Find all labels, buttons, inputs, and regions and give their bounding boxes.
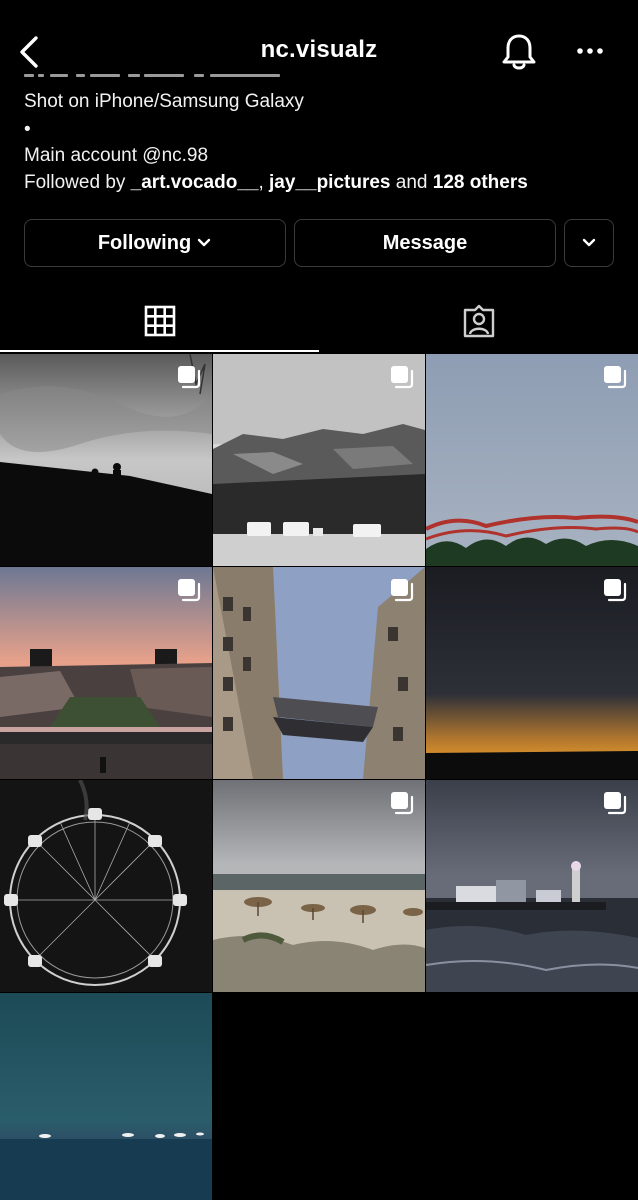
carousel-icon [178,579,201,602]
bio-line-main-account: Main account @nc.98 [24,145,209,166]
post-tile[interactable] [0,354,212,566]
post-image-ferris-wheel [0,780,212,992]
carousel-icon [604,792,627,815]
suggested-accounts-button[interactable] [564,219,614,267]
carousel-icon [391,579,414,602]
profile-username-title: nc.visualz [260,36,378,63]
followed-by-prefix: Followed by [24,172,131,193]
followers-others-link[interactable]: 128 others [433,172,528,193]
tagged-person-icon [463,304,494,338]
message-label: Message [382,231,468,254]
followed-by-text[interactable]: Followed by _art.vocado__, jay__pictures… [24,171,528,195]
following-label: Following [97,231,192,254]
carousel-icon [604,366,627,389]
carousel-icon [178,366,201,389]
carousel-icon [604,579,627,602]
notifications-button[interactable] [500,32,538,72]
bio-line-shot-on: Shot on iPhone/Samsung Galaxy [24,91,304,112]
post-tile[interactable] [426,780,638,992]
bio-bullet: • [24,119,31,140]
post-tile[interactable] [0,993,212,1200]
grid-icon [144,305,175,337]
carousel-icon [391,792,414,815]
post-tile[interactable] [0,780,212,992]
follower-link-2[interactable]: jay__pictures [269,172,390,193]
post-tile[interactable] [213,354,425,566]
follower-link-1[interactable]: _art.vocado__ [131,172,259,193]
active-tab-indicator [0,350,319,352]
post-tile[interactable] [0,567,212,779]
post-tile[interactable] [426,354,638,566]
clipped-bio-line [24,74,304,88]
message-button[interactable]: Message [294,219,556,267]
profile-tabs [0,290,638,354]
post-tile[interactable] [213,780,425,992]
tab-tagged[interactable] [319,290,638,352]
post-tile[interactable] [213,567,425,779]
following-button[interactable]: Following [24,219,286,267]
bell-icon [502,34,536,70]
tab-posts-grid[interactable] [0,290,319,352]
post-tile[interactable] [426,567,638,779]
post-image-ocean-boats [0,993,212,1200]
chevron-down-icon [582,238,596,247]
followed-by-separator: , [258,172,270,193]
followed-by-and: and [390,172,433,193]
chevron-down-icon [197,238,211,247]
more-horizontal-icon [577,48,603,54]
more-options-button[interactable] [570,36,610,66]
carousel-icon [391,366,414,389]
